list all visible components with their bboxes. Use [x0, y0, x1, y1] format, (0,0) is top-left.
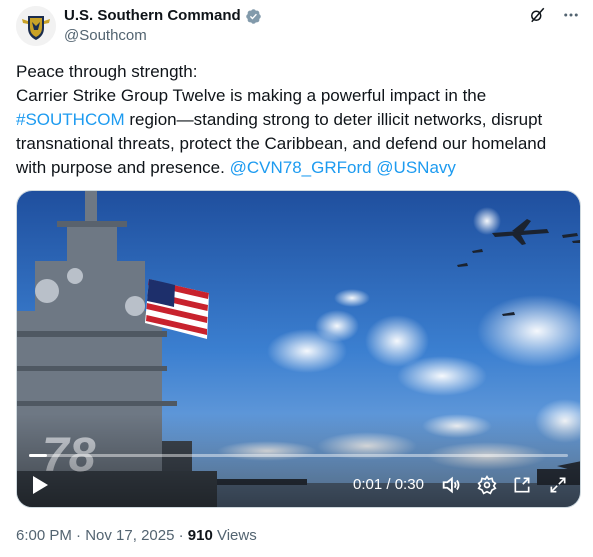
- popout-icon[interactable]: [511, 474, 533, 496]
- tweet-line-3: #SOUTHCOM region—standing strong to dete…: [16, 108, 581, 132]
- play-icon[interactable]: [31, 475, 49, 495]
- southcom-seal-icon: [16, 6, 56, 46]
- tweet-line-5-text: with purpose and presence.: [16, 158, 230, 177]
- views-label: Views: [212, 527, 257, 544]
- account-names: U.S. Southern Command @Southcom: [64, 6, 262, 46]
- video-time: 0:01 / 0:30: [353, 475, 424, 495]
- top-actions: [527, 4, 581, 26]
- tweet-text: Peace through strength: Carrier Strike G…: [16, 60, 581, 180]
- meta-separator: ·: [71, 527, 86, 544]
- verified-badge-icon[interactable]: [245, 8, 262, 25]
- video-player[interactable]: 78 0:01 / 0:30: [16, 190, 581, 508]
- tweet-header: U.S. Southern Command @Southcom: [16, 4, 581, 48]
- video-progress-fill: [29, 454, 47, 457]
- avatar[interactable]: [16, 6, 56, 46]
- hashtag-link[interactable]: #SOUTHCOM: [16, 110, 125, 129]
- tweet-line-1: Peace through strength:: [16, 62, 198, 81]
- volume-icon[interactable]: [440, 474, 462, 496]
- video-controls: 0:01 / 0:30: [17, 461, 580, 507]
- fullscreen-icon[interactable]: [547, 474, 569, 496]
- grok-icon[interactable]: [527, 5, 547, 25]
- video-progress-bar[interactable]: [29, 454, 568, 457]
- video-current-time: 0:01: [353, 476, 383, 493]
- post-date[interactable]: Nov 17, 2025: [85, 527, 174, 544]
- tweet-metadata: 6:00 PM · Nov 17, 2025 · 910 Views: [16, 526, 257, 546]
- views-count: 910: [187, 527, 213, 544]
- settings-gear-icon[interactable]: [476, 474, 498, 496]
- more-icon[interactable]: [561, 5, 581, 25]
- meta-separator-2: ·: [174, 527, 188, 544]
- display-name[interactable]: U.S. Southern Command: [64, 6, 241, 26]
- post-time[interactable]: 6:00 PM: [16, 527, 72, 544]
- mention-link-gerald-ford[interactable]: @CVN78_GRFord: [230, 158, 372, 177]
- mention-link-usnavy[interactable]: @USNavy: [376, 158, 456, 177]
- tweet-line-4: transnational threats, protect the Carib…: [16, 134, 547, 153]
- tweet-line-2: Carrier Strike Group Twelve is making a …: [16, 86, 487, 105]
- account-handle[interactable]: @Southcom: [64, 26, 262, 46]
- video-duration: 0:30: [394, 476, 424, 493]
- video-time-separator: /: [382, 476, 395, 493]
- tweet-line-5: with purpose and presence. @CVN78_GRFord…: [16, 156, 581, 180]
- tweet-line-3-text: region—standing strong to deter illicit …: [124, 110, 543, 129]
